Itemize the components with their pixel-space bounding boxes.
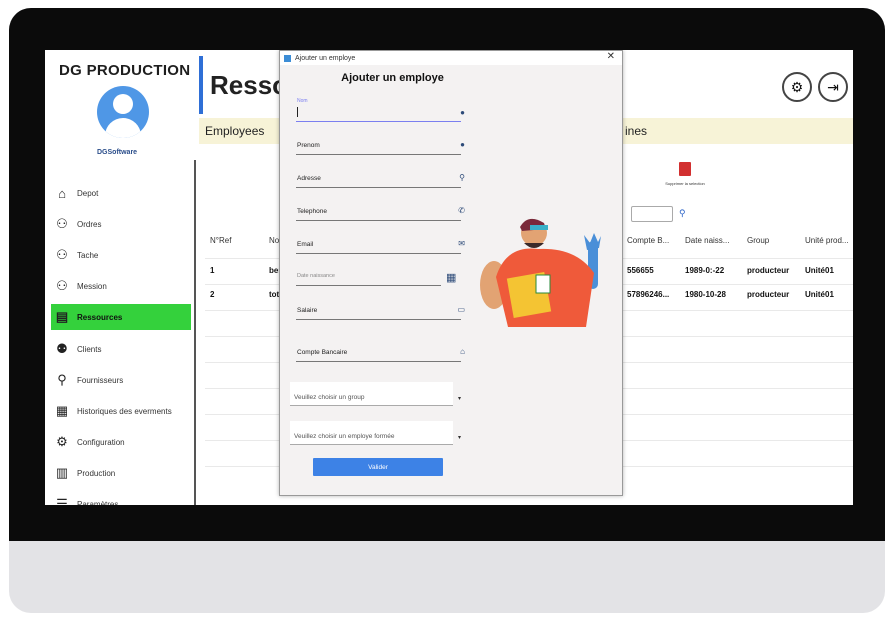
delete-selection-button[interactable]: Supprimer la selection xyxy=(640,162,730,186)
user-icon: ● xyxy=(460,140,465,149)
sidebar-divider xyxy=(194,160,196,505)
logout-icon: ⇥ xyxy=(827,78,839,95)
calendar-icon[interactable]: ▦ xyxy=(446,271,456,284)
prenom-label: Prenom xyxy=(297,142,320,149)
sidebar-item-label: Depot xyxy=(77,188,99,198)
user-icon: ⚲ xyxy=(57,372,67,387)
device-frame: DG PRODUCTION DGSoftware ⌂ Depot ⚇ Ordres ⚇ T… xyxy=(9,8,885,613)
page-title: Resso xyxy=(210,70,289,100)
sidebar-item-label: Clients xyxy=(77,344,102,354)
tab-employees[interactable]: Employees xyxy=(205,124,264,138)
compte-bancaire-label: Compte Bancaire xyxy=(297,349,348,356)
bank-icon: ⌂ xyxy=(460,347,465,356)
tab-machines[interactable]: ines xyxy=(625,124,647,138)
sidebar-item-historiques-des-everments[interactable]: ▦ Historiques des everments xyxy=(51,398,191,424)
users-icon: ⚇ xyxy=(56,247,68,262)
nom-label: Nom xyxy=(297,98,308,104)
add-employee-dialog: Ajouter un employe ✕ Ajouter un employe … xyxy=(279,50,623,496)
nom-field[interactable]: Nom ● xyxy=(296,98,465,122)
email-label: Email xyxy=(297,241,314,248)
software-label: DGSoftware xyxy=(97,149,138,156)
sidebar-item-label: Tache xyxy=(77,250,99,260)
sidebar-item-label: Production xyxy=(77,468,116,478)
sidebar-item-label: Fournisseurs xyxy=(77,375,124,385)
sidebar-item-label: Ressources xyxy=(77,312,123,322)
group-select-placeholder: Veuillez choisir un group xyxy=(294,394,365,401)
telephone-label: Telephone xyxy=(297,208,327,215)
salaire-field[interactable]: Salaire ▭ xyxy=(296,304,465,320)
valider-button[interactable]: Valider xyxy=(313,458,443,476)
date-naissance-field[interactable]: Date naissance xyxy=(296,270,441,286)
sidebar-item-label: Historiques des everments xyxy=(77,406,172,416)
sidebar-item-fournisseurs[interactable]: ⚲ Fournisseurs xyxy=(51,367,191,393)
sidebar-item-clients[interactable]: ⚉ Clients xyxy=(51,336,191,362)
col-compte[interactable]: Compte B... xyxy=(627,236,669,245)
table-icon: ▤ xyxy=(55,309,69,324)
user-icon: ● xyxy=(460,108,465,117)
telephone-field[interactable]: Telephone ✆ xyxy=(296,205,465,221)
gear-icon: ⚙ xyxy=(56,434,68,449)
date-naissance-label: Date naissance xyxy=(297,273,335,279)
map-pin-icon: ⚲ xyxy=(459,173,465,182)
calendar-icon: ▦ xyxy=(55,403,69,418)
worker-illustration xyxy=(480,218,601,327)
col-ref[interactable]: N°Ref xyxy=(210,236,231,245)
col-date[interactable]: Date naiss... xyxy=(685,236,729,245)
chevron-down-icon: ▾ xyxy=(457,435,461,441)
sidebar-item-param-tres[interactable]: ☰ Paramètres xyxy=(51,491,191,505)
employe-formee-select[interactable]: Veuillez choisir un employe formée ▾ xyxy=(290,421,461,445)
employe-formee-placeholder: Veuillez choisir un employe formée xyxy=(294,433,395,440)
search-input[interactable] xyxy=(631,206,673,222)
close-icon[interactable]: ✕ xyxy=(607,51,615,62)
compte-bancaire-field[interactable]: Compte Bancaire ⌂ xyxy=(296,346,465,362)
dialog-titlebar: Ajouter un employe ✕ xyxy=(280,51,622,65)
sidebar-item-ressources[interactable]: ▤ Ressources xyxy=(51,304,191,330)
settings-button[interactable]: ⚙ xyxy=(782,72,812,102)
chevron-down-icon: ▾ xyxy=(457,396,461,402)
salaire-label: Salaire xyxy=(297,307,318,314)
sidebar-item-label: Mession xyxy=(77,281,107,291)
avatar xyxy=(97,86,149,138)
sidebar-item-label: Paramètres xyxy=(77,499,119,506)
gear-icon: ⚙ xyxy=(790,78,804,95)
text-caret xyxy=(297,107,298,117)
search-icon[interactable]: ⚲ xyxy=(679,208,686,219)
users-icon: ⚇ xyxy=(56,216,68,231)
delete-label: Supprimer la selection xyxy=(665,181,705,186)
brand-title: DG PRODUCTION xyxy=(59,62,191,79)
phone-icon: ✆ xyxy=(458,206,465,215)
users-icon: ⚇ xyxy=(56,278,68,293)
adresse-label: Adresse xyxy=(297,175,321,182)
trash-icon xyxy=(679,162,691,176)
title-accent-bar xyxy=(199,56,203,114)
col-group[interactable]: Group xyxy=(747,236,769,245)
dialog-heading: Ajouter un employe xyxy=(341,72,444,84)
window-icon xyxy=(284,54,291,62)
chart-icon: ▥ xyxy=(55,465,69,480)
prenom-field[interactable]: Prenom ● xyxy=(296,139,465,155)
sidebar-item-label: Configuration xyxy=(77,437,125,447)
col-unite[interactable]: Unité prod... xyxy=(805,236,849,245)
sidebar-item-label: Ordres xyxy=(77,219,102,229)
group-select[interactable]: Veuillez choisir un group ▾ xyxy=(290,382,461,406)
money-icon: ▭ xyxy=(457,305,465,314)
sidebar-item-depot[interactable]: ⌂ Depot xyxy=(51,180,191,206)
app-window: DG PRODUCTION DGSoftware ⌂ Depot ⚇ Ordres ⚇ T… xyxy=(45,50,853,505)
sidebar-item-mession[interactable]: ⚇ Mession xyxy=(51,273,191,299)
sidebar-item-configuration[interactable]: ⚙ Configuration xyxy=(51,429,191,455)
sliders-icon: ☰ xyxy=(56,496,68,505)
dialog-window-title: Ajouter un employe xyxy=(295,54,356,62)
email-field[interactable]: Email ✉ xyxy=(296,238,465,254)
sidebar-item-ordres[interactable]: ⚇ Ordres xyxy=(51,211,191,237)
sidebar-item-production[interactable]: ▥ Production xyxy=(51,460,191,486)
archive-icon: ⌂ xyxy=(58,185,66,201)
adresse-field[interactable]: Adresse ⚲ xyxy=(296,172,465,188)
sidebar-item-tache[interactable]: ⚇ Tache xyxy=(51,242,191,268)
clients-icon: ⚉ xyxy=(56,341,68,356)
envelope-icon: ✉ xyxy=(458,239,465,248)
logout-button[interactable]: ⇥ xyxy=(818,72,848,102)
sidebar: DG PRODUCTION DGSoftware ⌂ Depot ⚇ Ordres ⚇ T… xyxy=(45,50,195,505)
